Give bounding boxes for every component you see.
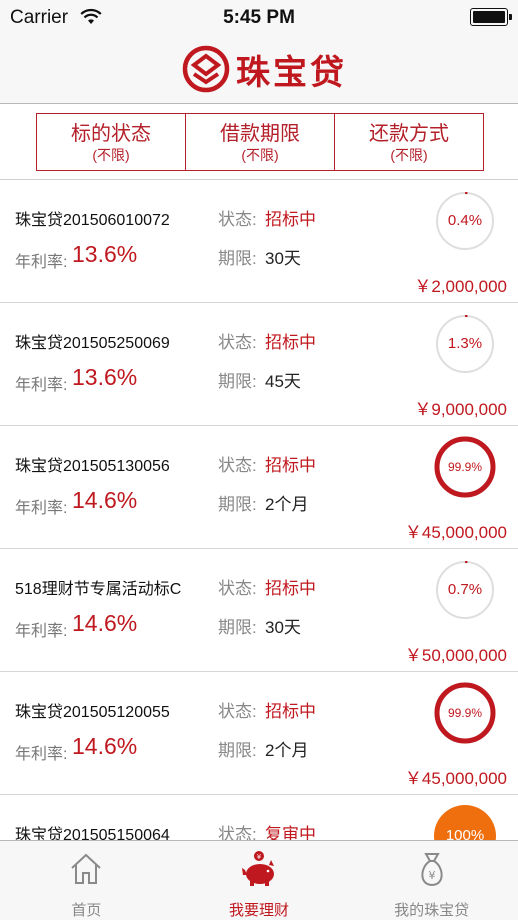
filter-status-button[interactable]: 标的状态 (不限) (36, 113, 186, 171)
term-value: 30天 (265, 618, 301, 637)
money-bag-icon: ¥ (421, 853, 443, 887)
loan-name: 珠宝贷201505130056 (15, 458, 170, 475)
progress-percent: 100% (445, 827, 485, 840)
term-label: 期限: (218, 618, 257, 637)
app-header: 珠宝贷 (0, 36, 518, 104)
loan-name: 珠宝贷201505150064 (15, 827, 170, 840)
rate-label: 年利率: (15, 746, 68, 763)
status-value: 招标中 (265, 456, 316, 475)
tab-home-label: 首页 (71, 902, 102, 919)
rate-label: 年利率: (15, 623, 68, 640)
term-label: 期限: (218, 495, 257, 514)
loan-amount: ￥45,000,000 (404, 769, 507, 788)
svg-text:¥: ¥ (428, 869, 435, 882)
loan-row[interactable]: 518理财节专属活动标C 年利率: 14.6% 状态: 招标中 期限: 30天 … (0, 549, 518, 672)
piggy-bank-icon: ¥ (242, 851, 274, 886)
progress-percent: 1.3% (447, 335, 483, 352)
progress-percent: 99.9% (447, 460, 483, 474)
term-label: 期限: (218, 372, 257, 391)
rate-value: 13.6% (72, 241, 138, 267)
status-label: 状态: (218, 456, 257, 475)
status-label: 状态: (218, 579, 257, 598)
tab-invest-label: 我要理财 (229, 902, 290, 919)
loan-name: 珠宝贷201505120055 (15, 704, 170, 721)
status-value: 复审中 (265, 825, 316, 840)
filter-term-button[interactable]: 借款期限 (不限) (185, 113, 335, 171)
app-logo: 珠宝贷 (182, 44, 347, 94)
progress-ring: 99.9% (434, 682, 496, 744)
loan-amount: ￥50,000,000 (404, 646, 507, 665)
loan-row[interactable]: 珠宝贷201505120055 年利率: 14.6% 状态: 招标中 期限: 2… (0, 672, 518, 795)
loan-row[interactable]: 珠宝贷201505130056 年利率: 14.6% 状态: 招标中 期限: 2… (0, 426, 518, 549)
term-value: 30天 (265, 249, 301, 268)
filter-term-title: 借款期限 (220, 123, 300, 145)
loan-amount: ￥45,000,000 (404, 523, 507, 542)
filter-group: 标的状态 (不限) 借款期限 (不限) 还款方式 (不限) (36, 113, 484, 171)
progress-ring: 99.9% (434, 436, 496, 498)
status-value: 招标中 (265, 702, 316, 721)
app-title: 珠宝贷 (236, 52, 347, 93)
loan-name: 518理财节专属活动标C (15, 581, 182, 598)
loan-name: 珠宝贷201506010072 (15, 212, 170, 229)
loan-amount: ￥2,000,000 (414, 277, 507, 296)
filter-term-value: (不限) (241, 147, 279, 163)
progress-percent: 0.7% (447, 581, 483, 598)
rate-value: 14.6% (72, 487, 138, 513)
rate-value: 14.6% (72, 610, 138, 636)
term-value: 2个月 (265, 495, 309, 514)
battery-icon (470, 8, 512, 26)
status-label: 状态: (218, 702, 257, 721)
rate-value: 13.6% (72, 364, 138, 390)
tab-home[interactable]: 首页 (0, 841, 173, 920)
filter-bar: 标的状态 (不限) 借款期限 (不限) 还款方式 (不限) (0, 104, 518, 180)
status-bar: Carrier 5:45 PM (0, 0, 518, 36)
progress-ring: 100% (434, 805, 496, 840)
filter-repayment-button[interactable]: 还款方式 (不限) (334, 113, 484, 171)
term-value: 2个月 (265, 741, 309, 760)
loan-row[interactable]: 珠宝贷201505150064 状态: 复审中 100% (0, 795, 518, 840)
logo-mark-icon (182, 45, 230, 93)
term-label: 期限: (218, 249, 257, 268)
rate-value: 14.6% (72, 733, 138, 759)
rate-label: 年利率: (15, 254, 68, 271)
tab-my-account-label: 我的珠宝贷 (394, 902, 470, 919)
loan-list[interactable]: 珠宝贷201506010072 年利率: 13.6% 状态: 招标中 期限: 3… (0, 180, 518, 840)
tab-my-account[interactable]: ¥ 我的珠宝贷 (345, 841, 518, 920)
loan-row[interactable]: 珠宝贷201506010072 年利率: 13.6% 状态: 招标中 期限: 3… (0, 180, 518, 303)
tab-invest[interactable]: ¥ 我要理财 (173, 841, 346, 920)
status-value: 招标中 (265, 579, 316, 598)
status-value: 招标中 (265, 210, 316, 229)
progress-ring: 1.3% (434, 313, 496, 375)
filter-status-title: 标的状态 (71, 123, 151, 145)
progress-percent: 0.4% (447, 212, 483, 229)
loan-name: 珠宝贷201505250069 (15, 335, 170, 352)
progress-percent: 99.9% (447, 706, 483, 720)
status-value: 招标中 (265, 333, 316, 352)
filter-repayment-title: 还款方式 (369, 123, 449, 145)
loan-row[interactable]: 珠宝贷201505250069 年利率: 13.6% 状态: 招标中 期限: 4… (0, 303, 518, 426)
filter-repayment-value: (不限) (390, 147, 428, 163)
status-label: 状态: (218, 210, 257, 229)
svg-text:¥: ¥ (257, 853, 262, 861)
clock: 5:45 PM (223, 7, 295, 28)
filter-status-value: (不限) (92, 147, 130, 163)
home-icon (71, 853, 102, 884)
tab-bar: 首页 ¥ 我要理财 ¥ 我的珠宝贷 (0, 840, 518, 920)
term-value: 45天 (265, 372, 301, 391)
loan-amount: ￥9,000,000 (414, 400, 507, 419)
rate-label: 年利率: (15, 377, 68, 394)
status-label: 状态: (218, 825, 257, 840)
progress-ring: 0.4% (434, 190, 496, 252)
rate-label: 年利率: (15, 500, 68, 517)
term-label: 期限: (218, 741, 257, 760)
status-label: 状态: (218, 333, 257, 352)
progress-ring: 0.7% (434, 559, 496, 621)
